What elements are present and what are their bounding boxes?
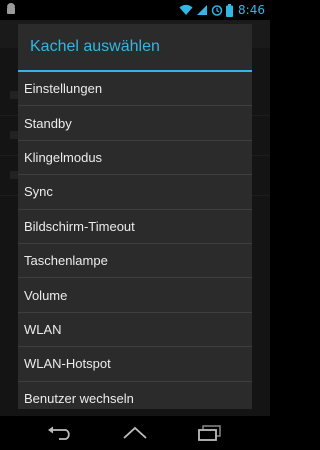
status-bar: 8:46 <box>0 0 270 20</box>
tile-item-label: Bildschirm-Timeout <box>24 218 135 234</box>
home-button[interactable] <box>115 418 155 448</box>
tile-item-standby[interactable]: Standby <box>18 106 252 141</box>
tile-item-sync[interactable]: Sync <box>18 175 252 210</box>
tile-item-taschenlampe[interactable]: Taschenlampe <box>18 244 252 279</box>
recent-apps-button[interactable] <box>190 418 230 448</box>
recent-apps-icon <box>198 425 222 441</box>
dialog-title: Kachel auswählen <box>30 38 160 55</box>
signal-icon <box>197 5 208 15</box>
tile-item-label: Benutzer wechseln <box>24 391 134 407</box>
wifi-icon <box>179 4 193 15</box>
tile-picker-dialog: Kachel auswählen Einstellungen Standby K… <box>18 24 252 409</box>
tile-item-wlan[interactable]: WLAN <box>18 313 252 348</box>
clock: 8:46 <box>238 3 265 17</box>
tile-item-benutzer-wechseln[interactable]: Benutzer wechseln <box>18 382 252 409</box>
tile-item-bildschirm-timeout[interactable]: Bildschirm-Timeout <box>18 210 252 244</box>
android-notification-icon <box>7 3 15 14</box>
tile-item-label: WLAN-Hotspot <box>24 356 111 372</box>
home-icon <box>123 426 147 439</box>
tile-item-volume[interactable]: Volume <box>18 278 252 313</box>
tile-item-einstellungen[interactable]: Einstellungen <box>18 72 252 107</box>
tile-item-label: Taschenlampe <box>24 253 108 269</box>
battery-icon <box>226 3 234 17</box>
tile-item-klingelmodus[interactable]: Klingelmodus <box>18 141 252 176</box>
back-icon <box>47 426 70 440</box>
tile-list: Einstellungen Standby Klingelmodus Sync … <box>18 72 252 409</box>
tile-item-wlan-hotspot[interactable]: WLAN-Hotspot <box>18 347 252 382</box>
tile-item-label: Volume <box>24 287 68 303</box>
tile-item-label: WLAN <box>24 321 62 337</box>
tile-item-label: Sync <box>24 184 53 200</box>
status-icons: 8:46 <box>179 0 265 20</box>
tile-item-label: Standby <box>24 115 72 131</box>
back-button[interactable] <box>40 418 80 448</box>
alarm-icon <box>211 5 223 16</box>
navigation-bar <box>0 416 270 450</box>
tile-item-label: Einstellungen <box>24 81 103 97</box>
tile-item-label: Klingelmodus <box>24 149 103 165</box>
